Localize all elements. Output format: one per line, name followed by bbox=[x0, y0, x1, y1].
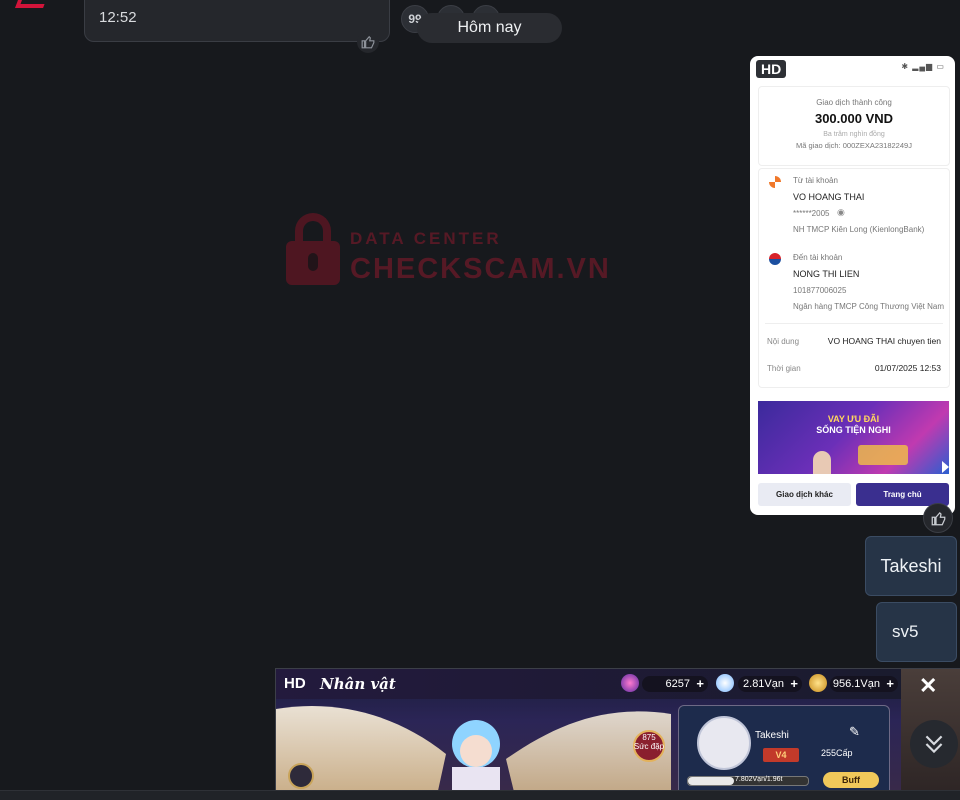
character-wings-artwork bbox=[276, 706, 671, 799]
receipt-summary-card: Giao dịch thành công 300.000 VND Ba trăm… bbox=[758, 86, 950, 166]
thumbs-up-icon[interactable] bbox=[357, 31, 379, 53]
other-transaction-button[interactable]: Giao dịch khác bbox=[758, 483, 851, 506]
message-time: 12:52 bbox=[99, 9, 137, 26]
watermark: DATA CENTER CHECKSCAM.VN bbox=[286, 213, 609, 288]
banner-line1: VAY ƯU ĐÃI bbox=[827, 414, 880, 424]
player-level: 255Cấp bbox=[821, 748, 853, 758]
from-account: ******2005 bbox=[793, 209, 830, 218]
banner-person bbox=[813, 451, 831, 474]
to-label: Đến tài khoản bbox=[793, 253, 843, 262]
banner-next-arrow[interactable] bbox=[942, 461, 949, 473]
diamond-icon bbox=[716, 674, 734, 692]
date-divider: Hôm nay bbox=[417, 13, 562, 43]
red-mark-fragment bbox=[15, 0, 49, 8]
from-name: VO HOANG THAI bbox=[793, 192, 865, 202]
to-name: NONG THI LIEN bbox=[793, 269, 860, 279]
message-bubble-top[interactable]: 12:52 bbox=[84, 0, 390, 53]
hd-badge: HD bbox=[756, 60, 787, 78]
player-name: Takeshi bbox=[755, 730, 789, 741]
to-bank: Ngân hàng TMCP Công Thương Việt Nam bbox=[793, 302, 944, 311]
banner-phone-graphic bbox=[858, 445, 908, 465]
game-screenshot-image[interactable]: HD Nhân vật 6257 + 2.81Vạn + 956.1Vạn + 875… bbox=[275, 668, 960, 799]
exp-text: 7.802Vạn/1.96t bbox=[735, 776, 783, 783]
receipt-detail-card: Từ tài khoản VO HOANG THAI ******2005 ◉ … bbox=[758, 168, 950, 388]
kienlongbank-icon bbox=[769, 176, 781, 188]
edit-icon[interactable]: ✎ bbox=[849, 724, 860, 740]
banner-line2: SỐNG TIỆN NGHI bbox=[816, 425, 891, 435]
message-bubble[interactable]: Takeshi bbox=[865, 536, 957, 596]
plus-icon[interactable]: + bbox=[696, 676, 704, 692]
eye-icon[interactable]: ◉ bbox=[837, 207, 845, 218]
star-gem-icon bbox=[621, 674, 639, 692]
double-chevron-down-icon bbox=[925, 735, 943, 754]
time-value: 01/07/2025 12:53 bbox=[874, 363, 941, 373]
status-text: Giao dịch thành công bbox=[816, 98, 892, 107]
from-bank: NH TMCP Kiên Long (KienlongBank) bbox=[793, 225, 925, 234]
time-row: Thời gian 01/07/2025 12:53 bbox=[767, 363, 941, 373]
watermark-line1: DATA CENTER bbox=[350, 229, 502, 248]
hd-badge: HD bbox=[284, 675, 306, 692]
amount: 300.000 VND bbox=[814, 111, 894, 126]
plus-icon[interactable]: + bbox=[790, 676, 798, 692]
amount-words: Ba trăm nghìn đồng bbox=[823, 131, 885, 138]
transfer-receipt-image[interactable]: HD ✱ ▂▄▆ ▭ Giao dịch thành công 300.000 … bbox=[750, 56, 955, 515]
message-text: Takeshi bbox=[880, 555, 942, 576]
vietinbank-icon bbox=[769, 253, 781, 265]
power-badge: 875 Sức đặp bbox=[633, 733, 665, 751]
resource-counter: 2.81Vạn + bbox=[738, 676, 802, 692]
transaction-id: Mã giao dịch: 000ZEXA23182249J bbox=[796, 141, 912, 150]
player-profile-card: Takeshi ✎ V4 255Cấp 7.802Vạn/1.96t Buff bbox=[678, 705, 890, 799]
promo-banner[interactable]: VAY ƯU ĐÃI SỐNG TIỆN NGHI bbox=[758, 401, 949, 474]
game-title: Nhân vật bbox=[320, 675, 396, 693]
banner-prev-arrow[interactable] bbox=[750, 461, 755, 473]
phone-status-icons: ✱ ▂▄▆ ▭ bbox=[901, 62, 945, 71]
content-value: VO HOANG THAI chuyen tien bbox=[827, 336, 941, 346]
message-bubble[interactable]: sv5 bbox=[876, 602, 957, 662]
time-label: Thời gian bbox=[767, 363, 801, 373]
plus-icon[interactable]: + bbox=[886, 676, 894, 692]
player-avatar[interactable] bbox=[697, 716, 751, 770]
watermark-line2: CHECKSCAM.VN bbox=[350, 253, 611, 285]
resource-counter: 6257 + bbox=[642, 676, 708, 692]
scroll-to-bottom-button[interactable] bbox=[910, 720, 958, 768]
content-label: Nội dung bbox=[767, 336, 800, 346]
to-account: 101877006025 bbox=[793, 286, 847, 295]
buff-button[interactable]: Buff bbox=[823, 772, 879, 788]
thumbs-up-icon[interactable] bbox=[923, 503, 953, 533]
from-label: Từ tài khoản bbox=[793, 176, 838, 185]
gold-coin-icon bbox=[809, 674, 827, 692]
close-icon[interactable]: ✕ bbox=[919, 673, 937, 699]
content-row: Nội dung VO HOANG THAI chuyen tien bbox=[767, 336, 941, 346]
divider bbox=[765, 323, 943, 324]
resource-counter: 956.1Vạn + bbox=[830, 676, 898, 692]
message-text: sv5 bbox=[892, 622, 919, 641]
vip-badge: V4 bbox=[763, 748, 799, 762]
